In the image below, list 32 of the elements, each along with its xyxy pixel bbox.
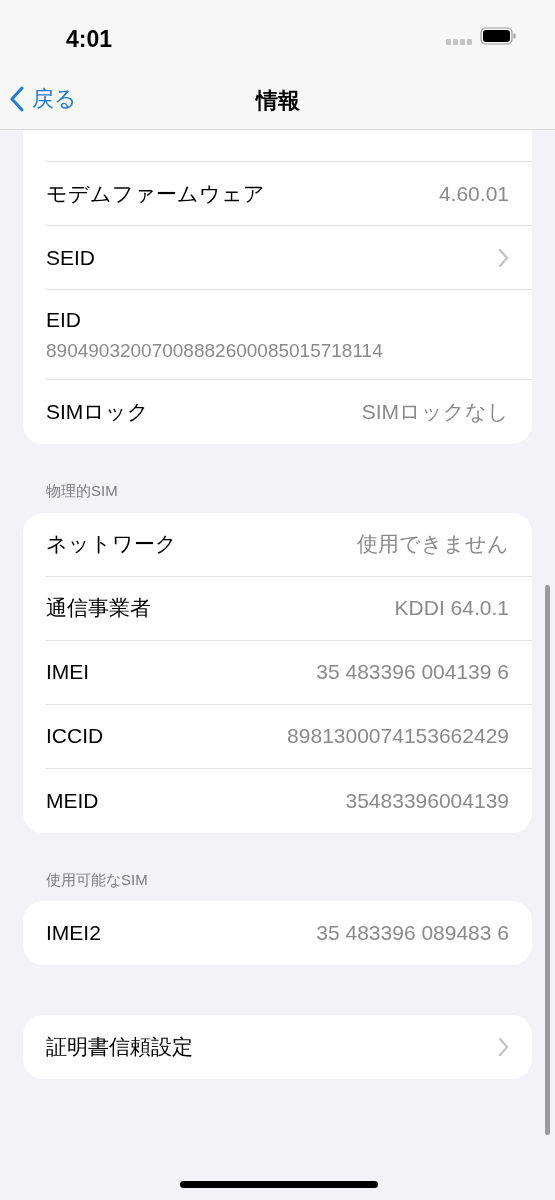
screen-title: 情報 bbox=[255, 87, 300, 115]
row-label: SEID bbox=[46, 244, 95, 271]
chevron-right-icon bbox=[498, 1037, 509, 1057]
row-label: 証明書信頼設定 bbox=[46, 1034, 193, 1061]
row-label: IMEI2 bbox=[46, 920, 101, 947]
row-value: 使用できません bbox=[357, 531, 509, 558]
row-value: SIMロックなし bbox=[361, 399, 509, 426]
row-value: 35483396004139 bbox=[345, 787, 509, 814]
row-value: 4.60.01 bbox=[438, 180, 509, 207]
settings-row[interactable]: 証明書信頼設定 bbox=[23, 1015, 532, 1079]
back-button[interactable]: 戻る bbox=[10, 82, 77, 115]
chevron-left-icon bbox=[10, 85, 24, 112]
row-value: 8981300074153662429 bbox=[287, 723, 509, 750]
row-value: 35 483396 089483 6 bbox=[316, 920, 509, 947]
row-label: EID bbox=[46, 306, 82, 333]
row-value: KDDI 64.0.1 bbox=[394, 595, 509, 622]
section-header: 使用可能なSIM bbox=[45, 869, 149, 890]
row-label: ネットワーク bbox=[46, 531, 177, 558]
row-label: 通信事業者 bbox=[46, 595, 151, 622]
battery-icon bbox=[480, 27, 516, 45]
settings-row[interactable]: SEID bbox=[23, 226, 532, 290]
signal-icon bbox=[446, 39, 472, 45]
row-label: モデムファームウェア bbox=[46, 180, 265, 207]
status-time: 4:01 bbox=[66, 25, 113, 54]
chevron-right-icon bbox=[498, 247, 509, 268]
row-label: MEID bbox=[46, 787, 99, 814]
row-label: IMEI bbox=[46, 659, 90, 686]
section-header: 物理的SIM bbox=[45, 481, 119, 501]
row-value: 35 483396 004139 6 bbox=[316, 659, 509, 686]
row-label: ICCID bbox=[46, 723, 104, 750]
row-value: 89049032007008882600085015718114 bbox=[46, 339, 384, 363]
row-label: SIMロック bbox=[46, 399, 150, 426]
